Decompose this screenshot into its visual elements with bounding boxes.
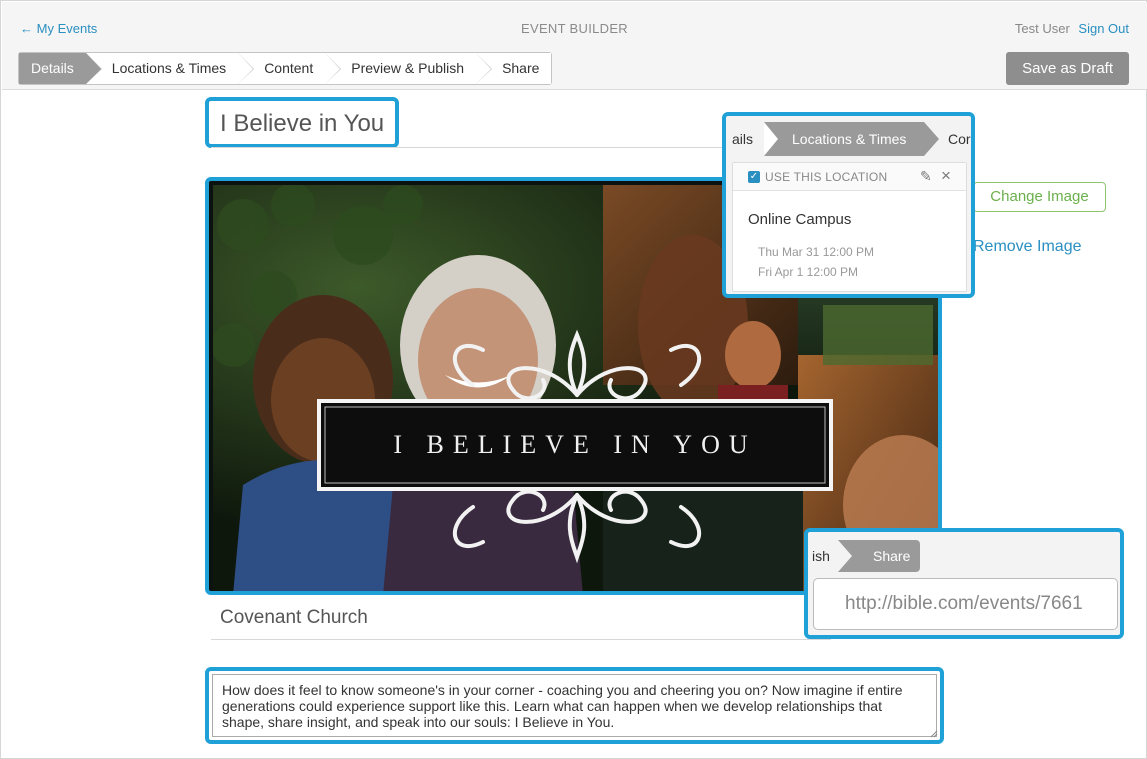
page-title: EVENT BUILDER xyxy=(521,21,628,36)
user-name: Test User xyxy=(1014,21,1070,36)
step-locations-times[interactable]: Locations & Times xyxy=(85,53,255,84)
step-breadcrumb: Details Locations & Times Content Previe… xyxy=(18,52,553,85)
close-icon[interactable]: × xyxy=(941,166,951,186)
location-card: ✓ USE THIS LOCATION ✎ × Online Campus Th… xyxy=(732,162,967,292)
location-time: Thu Mar 31 12:00 PM xyxy=(758,245,875,259)
user-area: Test User Sign Out xyxy=(1015,21,1129,36)
pencil-icon[interactable]: ✎ xyxy=(920,168,932,185)
app-window: ← My Events EVENT BUILDER Test User Sign… xyxy=(0,0,1147,759)
step-details[interactable]: Details xyxy=(19,53,102,84)
location-card-header: ✓ USE THIS LOCATION ✎ × xyxy=(733,163,966,191)
event-title: I Believe in You xyxy=(220,110,385,137)
tab-details-partial[interactable]: ails xyxy=(732,122,753,156)
change-image-button[interactable]: Change Image xyxy=(973,182,1106,212)
location-name: Online Campus xyxy=(748,211,852,228)
step-preview-publish[interactable]: Preview & Publish xyxy=(325,53,493,84)
share-callout: ish Share http://bible.com/events/7661 xyxy=(804,528,1124,639)
resize-grip-icon[interactable] xyxy=(930,730,938,738)
save-draft-button[interactable]: Save as Draft xyxy=(1006,52,1129,85)
location-callout: ails Locations & Times Cor ✓ USE THIS LO… xyxy=(722,112,975,298)
church-divider xyxy=(211,639,831,640)
tab-label: Share xyxy=(873,548,911,564)
location-time: Fri Apr 1 12:00 PM xyxy=(758,265,859,279)
description-textarea[interactable]: How does it feel to know someone's in yo… xyxy=(212,674,937,737)
remove-image-link[interactable]: Remove Image xyxy=(973,238,1082,256)
sign-out-link[interactable]: Sign Out xyxy=(1078,21,1129,36)
step-label: Details xyxy=(31,60,74,76)
tab-share[interactable]: Share xyxy=(838,540,920,572)
church-name[interactable]: Covenant Church xyxy=(220,607,368,629)
use-location-label: USE THIS LOCATION xyxy=(765,170,888,184)
event-title-field[interactable]: I Believe in You xyxy=(205,97,399,148)
share-url-field[interactable]: http://bible.com/events/7661 xyxy=(813,578,1118,630)
step-label: Preview & Publish xyxy=(351,60,465,76)
step-label: Locations & Times xyxy=(111,60,227,76)
step-label: Share xyxy=(502,60,540,76)
step-label: Content xyxy=(264,60,314,76)
tab-locations-times[interactable]: Locations & Times xyxy=(764,122,939,156)
tab-arrow-shape xyxy=(838,540,852,572)
tab-label: Locations & Times xyxy=(792,131,907,147)
tab-publish-partial[interactable]: ish xyxy=(812,540,830,572)
checkbox-checked-icon[interactable]: ✓ xyxy=(748,171,760,183)
tab-content-partial[interactable]: Cor xyxy=(948,122,971,156)
image-caption: I BELIEVE IN YOU xyxy=(393,430,756,459)
header-bar: ← My Events EVENT BUILDER Test User Sign… xyxy=(2,2,1147,90)
description-highlight: How does it feel to know someone's in yo… xyxy=(205,667,944,744)
location-callout-tabs: ails Locations & Times Cor xyxy=(726,122,971,156)
